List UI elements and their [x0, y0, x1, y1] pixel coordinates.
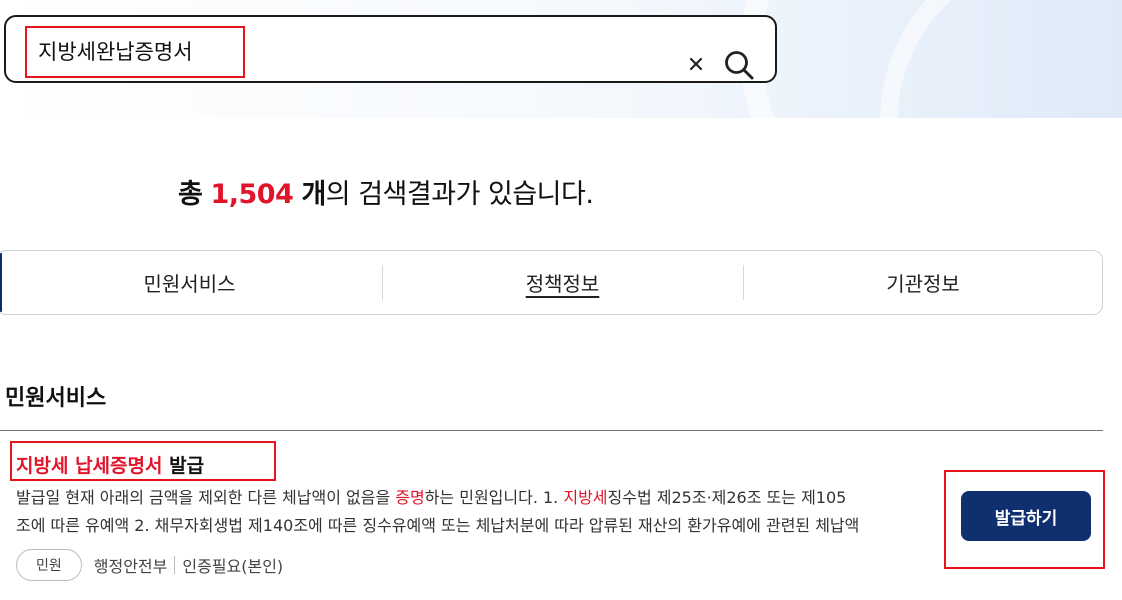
highlight-box-title — [10, 441, 276, 481]
result-item-meta: 민원 행정안전부 인증필요(본인) — [16, 549, 283, 581]
result-unit: 개 — [301, 179, 326, 210]
meta-divider — [174, 556, 176, 574]
section-divider — [0, 430, 1103, 431]
category-tabs: 민원서비스 정책정보 기관정보 — [0, 250, 1103, 315]
agency-name: 행정안전부 — [93, 557, 168, 576]
clear-icon[interactable] — [685, 53, 707, 75]
result-count: 총 1,504 개의 검색결과가 있습니다. — [178, 172, 594, 211]
result-number: 1,504 — [210, 179, 294, 210]
banner-decoration — [880, 0, 1122, 118]
category-badge: 민원 — [16, 549, 82, 581]
description-line-2: 조에 따른 유예액 2. 채무자회생법 제140조에 따른 징수유예액 또는 체… — [16, 516, 860, 535]
highlight-box-search — [25, 26, 245, 78]
desc-text: 발급일 현재 아래의 금액을 제외한 다른 체납액이 없음을 — [16, 488, 396, 507]
auth-requirement: 인증필요(본인) — [182, 557, 284, 576]
result-suffix: 의 검색결과가 있습니다. — [325, 179, 594, 210]
description-line-1: 발급일 현재 아래의 금액을 제외한 다른 체납액이 없음을 증명하는 민원입니… — [16, 484, 931, 512]
desc-text: 하는 민원입니다. 1. — [424, 488, 564, 507]
search-banner: 지방세완납증명서 — [0, 0, 1122, 118]
tab-agency-info[interactable]: 기관정보 — [743, 251, 1103, 314]
desc-text: 징수법 제25조·제26조 또는 제105 — [607, 488, 847, 507]
result-prefix: 총 — [178, 179, 203, 210]
desc-keyword: 증명 — [395, 488, 425, 507]
tab-civil-service[interactable]: 민원서비스 — [0, 251, 382, 314]
result-item-description: 발급일 현재 아래의 금액을 제외한 다른 체납액이 없음을 증명하는 민원입니… — [16, 484, 931, 540]
tab-policy-info[interactable]: 정책정보 — [382, 251, 743, 314]
section-title: 민원서비스 — [5, 386, 107, 411]
desc-keyword: 지방세 — [563, 488, 608, 507]
highlight-box-button — [944, 470, 1105, 569]
search-icon[interactable] — [722, 48, 756, 82]
